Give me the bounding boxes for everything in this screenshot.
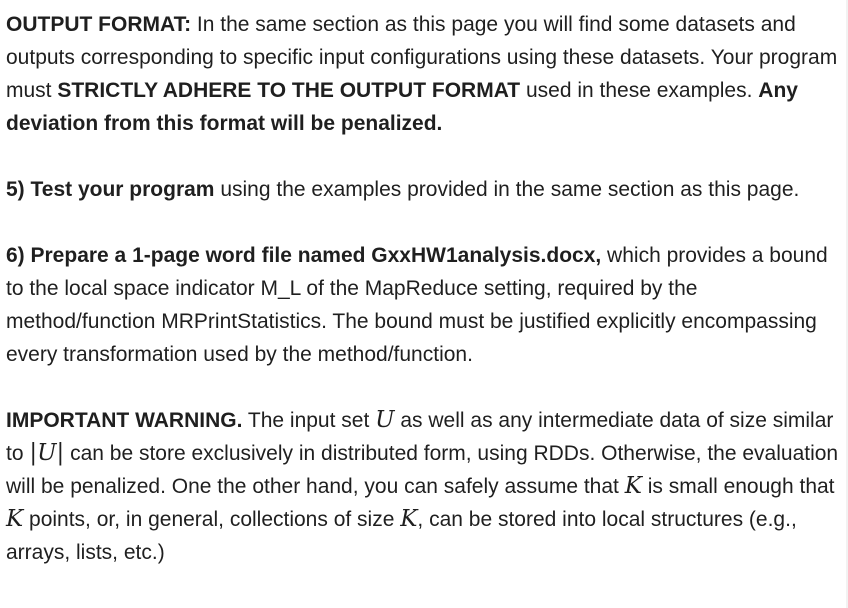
output-format-text-2: used in these examples. <box>520 79 759 102</box>
warning-paragraph: IMPORTANT WARNING. The input set U as we… <box>6 404 844 569</box>
math-u: U <box>375 407 395 433</box>
math-k-2: K <box>6 506 24 532</box>
warning-text-1: The input set <box>242 409 376 432</box>
test-program-heading: 5) Test your program <box>6 178 215 201</box>
prepare-file-heading: 6) Prepare a 1-page word file named GxxH… <box>6 244 602 267</box>
math-k-1: K <box>624 473 642 499</box>
warning-heading: IMPORTANT WARNING. <box>6 409 243 432</box>
test-program-text: using the examples provided in the same … <box>214 178 800 201</box>
output-format-heading: OUTPUT FORMAT: <box>6 13 192 36</box>
math-abs-u: |U| <box>29 440 65 466</box>
warning-text-4: is small enough that <box>641 475 835 498</box>
warning-text-5: points, or, in general, collections of s… <box>23 508 401 531</box>
test-program-paragraph: 5) Test your program using the examples … <box>6 173 844 206</box>
document-body: OUTPUT FORMAT: In the same section as th… <box>6 8 844 602</box>
output-format-paragraph: OUTPUT FORMAT: In the same section as th… <box>6 8 844 140</box>
math-k-3: K <box>400 506 418 532</box>
strict-adhere-emphasis: STRICTLY ADHERE TO THE OUTPUT FORMAT <box>57 79 521 102</box>
prepare-file-paragraph: 6) Prepare a 1-page word file named GxxH… <box>6 239 844 371</box>
